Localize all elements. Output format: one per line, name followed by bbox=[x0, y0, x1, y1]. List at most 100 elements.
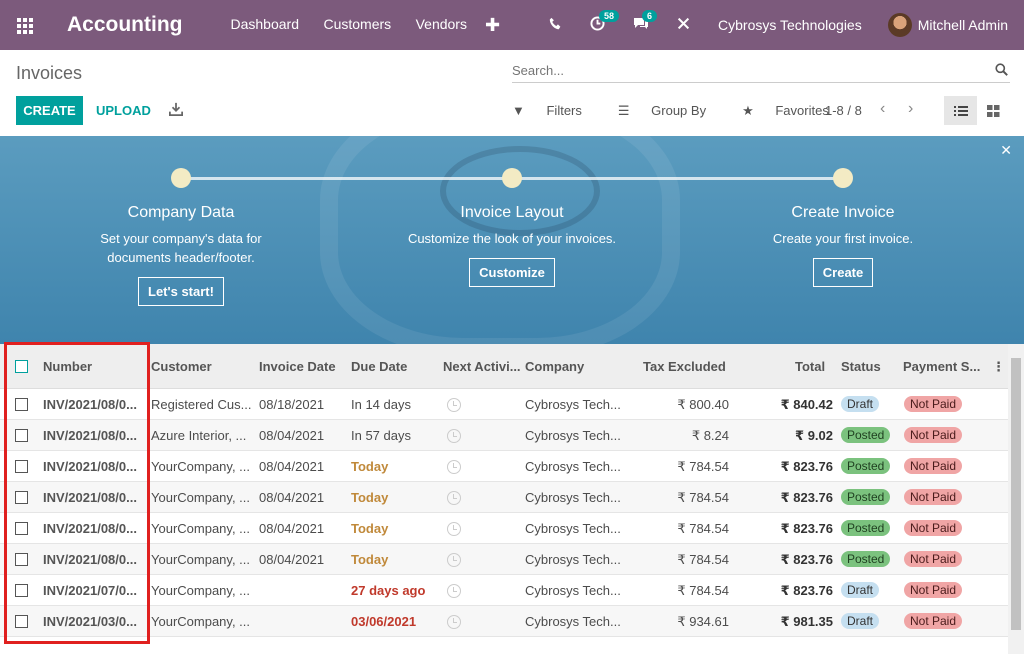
payment-status-badge: Not Paid bbox=[904, 551, 963, 567]
column-due-date[interactable]: Due Date bbox=[351, 359, 407, 374]
due-date: Today bbox=[351, 490, 389, 505]
pager-value[interactable]: 1-8 / 8 bbox=[825, 103, 862, 118]
filters-toggle[interactable]: ▼ Filters bbox=[512, 103, 600, 119]
tax-excluded-amount: ₹ 784.54 bbox=[677, 552, 729, 567]
table-header: Number Customer Invoice Date Due Date Ne… bbox=[0, 344, 1008, 389]
apps-menu-icon[interactable] bbox=[0, 0, 50, 50]
search-bar bbox=[512, 60, 1010, 83]
pager-next-icon[interactable]: › bbox=[908, 100, 913, 118]
messages-count-badge: 6 bbox=[642, 10, 658, 22]
optional-columns-icon[interactable]: ⋮ bbox=[992, 359, 1005, 375]
table-row[interactable]: INV/2021/08/0... YourCompany, ... 08/04/20… bbox=[0, 451, 1008, 482]
company-name: Cybrosys Tech... bbox=[525, 490, 621, 505]
create-button[interactable]: CREATE bbox=[16, 96, 83, 125]
total-amount: ₹ 823.76 bbox=[780, 490, 833, 505]
tax-excluded-amount: ₹ 784.54 bbox=[677, 459, 729, 474]
table-row[interactable]: INV/2021/08/0... Registered Cus... 08/18/2… bbox=[0, 389, 1008, 420]
activity-clock-icon[interactable] bbox=[447, 522, 461, 536]
activity-clock-icon[interactable] bbox=[447, 398, 461, 412]
payment-status-badge: Not Paid bbox=[904, 458, 963, 474]
status-badge: Draft bbox=[841, 613, 880, 629]
debug-tools-icon[interactable] bbox=[677, 17, 690, 34]
table-row[interactable]: INV/2021/08/0... YourCompany, ... 08/04/20… bbox=[0, 544, 1008, 575]
column-company[interactable]: Company bbox=[525, 359, 584, 374]
activity-count-badge: 58 bbox=[599, 9, 620, 22]
step-company-data: Company Data Set your company's data for… bbox=[71, 204, 291, 306]
table-row[interactable]: INV/2021/08/0... YourCompany, ... 08/04/20… bbox=[0, 513, 1008, 544]
column-total[interactable]: Total bbox=[795, 359, 825, 374]
create-invoice-button[interactable]: Create bbox=[812, 258, 874, 287]
tax-excluded-amount: ₹ 8.24 bbox=[691, 428, 729, 443]
column-status[interactable]: Status bbox=[841, 359, 881, 374]
search-input[interactable] bbox=[512, 63, 972, 78]
group-by-toggle[interactable]: ☰ Group By bbox=[618, 103, 724, 119]
customer-name: YourCompany, ... bbox=[151, 552, 250, 567]
pager-previous-icon[interactable]: ‹ bbox=[880, 100, 885, 118]
activity-clock-icon[interactable]: 58 bbox=[590, 9, 620, 35]
total-amount: ₹ 840.42 bbox=[780, 397, 833, 412]
close-banner-icon[interactable]: ✕ bbox=[1000, 142, 1012, 159]
menu-vendors[interactable]: Vendors bbox=[416, 16, 467, 32]
kanban-view-button[interactable] bbox=[983, 96, 1003, 125]
invoice-date: 08/04/2021 bbox=[259, 428, 325, 443]
activity-clock-icon[interactable] bbox=[447, 460, 461, 474]
customize-button[interactable]: Customize bbox=[469, 258, 555, 287]
company-switcher[interactable]: Cybrosys Technologies bbox=[718, 17, 862, 33]
table-row[interactable]: INV/2021/03/0... YourCompany, ... 03/06/20… bbox=[0, 606, 1008, 637]
download-icon[interactable] bbox=[169, 102, 183, 116]
payment-status-badge: Not Paid bbox=[904, 520, 963, 536]
total-amount: ₹ 9.02 bbox=[795, 428, 833, 443]
due-date: Today bbox=[351, 521, 389, 536]
status-badge: Posted bbox=[841, 551, 891, 567]
lets-start-button[interactable]: Let's start! bbox=[138, 277, 224, 306]
menu-dashboard[interactable]: Dashboard bbox=[231, 16, 300, 32]
list-view-button[interactable] bbox=[944, 96, 977, 125]
activity-clock-icon[interactable] bbox=[447, 553, 461, 567]
kanban-view-icon bbox=[986, 104, 999, 117]
table-row[interactable]: INV/2021/08/0... YourCompany, ... 08/04/20… bbox=[0, 482, 1008, 513]
menu-customers[interactable]: Customers bbox=[323, 16, 391, 32]
vertical-scrollbar[interactable] bbox=[1008, 344, 1024, 654]
customer-name: YourCompany, ... bbox=[151, 490, 250, 505]
app-brand[interactable]: Accounting bbox=[67, 13, 183, 37]
group-by-icon: ☰ bbox=[617, 103, 634, 118]
step-title: Company Data bbox=[127, 204, 235, 221]
tax-excluded-amount: ₹ 784.54 bbox=[677, 490, 729, 505]
invoice-date: 08/04/2021 bbox=[259, 490, 325, 505]
search-options: ▼ Filters ☰ Group By ★ Favorites bbox=[512, 103, 865, 119]
activity-clock-icon[interactable] bbox=[447, 615, 461, 629]
column-tax-excluded[interactable]: Tax Excluded bbox=[643, 359, 726, 374]
table-row[interactable]: INV/2021/07/0... YourCompany, ... 27 days … bbox=[0, 575, 1008, 606]
user-menu[interactable]: Mitchell Admin bbox=[918, 17, 1008, 33]
activity-clock-icon[interactable] bbox=[447, 584, 461, 598]
search-icon[interactable] bbox=[995, 63, 1008, 76]
customer-name: Azure Interior, ... bbox=[151, 428, 247, 443]
step-description: Create your first invoice. bbox=[772, 231, 914, 246]
due-date: In 57 days bbox=[351, 428, 411, 443]
scrollbar-thumb[interactable] bbox=[1011, 358, 1021, 630]
column-payment-status[interactable]: Payment S... bbox=[903, 359, 980, 374]
upload-button[interactable]: UPLOAD bbox=[96, 103, 151, 118]
activity-clock-icon[interactable] bbox=[447, 429, 461, 443]
onboarding-banner: ✕ Company Data Set your company's data f… bbox=[0, 136, 1024, 344]
status-badge: Draft bbox=[841, 396, 880, 412]
table-row[interactable]: INV/2021/08/0... Azure Interior, ... 08/04… bbox=[0, 420, 1008, 451]
step-title: Invoice Layout bbox=[460, 204, 564, 221]
column-invoice-date[interactable]: Invoice Date bbox=[259, 359, 336, 374]
status-badge: Posted bbox=[841, 427, 891, 443]
invoice-date: 08/04/2021 bbox=[259, 521, 325, 536]
messages-icon[interactable]: 6 bbox=[633, 10, 658, 34]
plus-icon[interactable]: ✚ bbox=[485, 15, 500, 36]
step-create-invoice: Create Invoice Create your first invoice… bbox=[733, 204, 953, 287]
payment-status-badge: Not Paid bbox=[904, 396, 963, 412]
company-name: Cybrosys Tech... bbox=[525, 521, 621, 536]
company-name: Cybrosys Tech... bbox=[525, 397, 621, 412]
payment-status-badge: Not Paid bbox=[904, 427, 963, 443]
phone-icon[interactable] bbox=[549, 17, 562, 34]
activity-clock-icon[interactable] bbox=[447, 491, 461, 505]
column-next-activity[interactable]: Next Activi... bbox=[443, 359, 521, 374]
number-column-highlight bbox=[4, 342, 150, 644]
step-description: Customize the look of your invoices. bbox=[407, 231, 617, 246]
column-customer[interactable]: Customer bbox=[151, 359, 212, 374]
user-avatar[interactable] bbox=[887, 13, 912, 37]
